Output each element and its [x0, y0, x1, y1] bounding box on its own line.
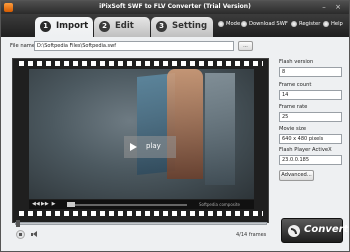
tab-number: 2 — [99, 21, 110, 32]
previous-frame-button[interactable]: ◀◀ — [32, 201, 40, 208]
menu-help-label: Help — [331, 21, 343, 27]
tab-bar: 1 Import 2 Edit 3 Setting Mode Download … — [1, 14, 349, 37]
menu-mode[interactable]: Mode — [218, 21, 240, 27]
preview-image-panel — [167, 69, 203, 179]
playback-slider[interactable] — [15, 220, 267, 227]
tab-label: Setting — [172, 21, 208, 31]
menu-help[interactable]: Help — [323, 21, 343, 27]
menu-register[interactable]: Register — [291, 21, 320, 27]
play-icon — [130, 143, 137, 151]
movie-size-label: Movie size — [279, 126, 307, 132]
play-button[interactable]: play — [124, 136, 176, 158]
tab-setting[interactable]: 3 Setting — [151, 17, 213, 37]
flash-version-field: 8 — [279, 67, 342, 77]
flash-player-label: Flash Player ActiveX — [279, 147, 332, 153]
title-bar: iPixSoft SWF to FLV Converter (Trial Ver… — [1, 1, 349, 14]
file-name-input[interactable] — [34, 41, 234, 51]
volume-icon[interactable] — [30, 231, 38, 238]
menu-mode-label: Mode — [226, 21, 241, 27]
frame-counter: 4/14 frames — [236, 232, 267, 238]
next-frame-button[interactable]: ▶▶ — [41, 201, 49, 208]
menu-download-swf[interactable]: Download SWF — [241, 21, 288, 27]
close-button[interactable]: × — [333, 3, 343, 12]
help-icon — [323, 21, 329, 27]
mode-icon — [218, 21, 224, 27]
frame-count-field: 14 — [279, 90, 342, 100]
minimize-button[interactable]: – — [319, 3, 329, 12]
preview-frame: play — [29, 69, 254, 199]
window-title: iPixSoft SWF to FLV Converter (Trial Ver… — [99, 3, 251, 10]
tab-number: 3 — [156, 21, 167, 32]
menu-register-label: Register — [299, 21, 321, 27]
advanced-button[interactable]: Advanced... — [279, 170, 314, 181]
file-name-label: File name: — [10, 43, 37, 49]
convert-label: Convert — [304, 224, 349, 235]
play-label: play — [146, 142, 161, 150]
convert-icon — [288, 225, 300, 237]
film-sprockets-bottom — [19, 210, 263, 218]
swf-control-strip: ◀◀ ▶▶ ▶ Softpedia composite — [29, 200, 254, 209]
app-window: iPixSoft SWF to FLV Converter (Trial Ver… — [0, 0, 350, 252]
preview-panel: play ◀◀ ▶▶ ▶ Softpedia composite — [12, 58, 269, 223]
frame-rate-label: Frame rate — [279, 104, 308, 110]
swf-play-button[interactable]: ▶ — [50, 201, 57, 208]
film-sprockets-top — [19, 60, 263, 68]
download-icon — [241, 21, 247, 27]
register-icon — [291, 21, 297, 27]
swf-progress-thumb[interactable] — [67, 202, 75, 207]
tab-label: Import — [56, 21, 89, 31]
tab-number: 1 — [40, 21, 51, 32]
tab-edit[interactable]: 2 Edit — [94, 17, 150, 37]
playback-slider-thumb[interactable] — [16, 220, 20, 227]
stop-icon — [19, 233, 22, 236]
preview-watermark: Softpedia composite — [199, 202, 241, 207]
preview-image-panel — [205, 73, 235, 185]
menu-download-label: Download SWF — [249, 21, 288, 27]
tab-label: Edit — [115, 21, 134, 31]
browse-button[interactable]: ... — [238, 41, 253, 51]
flash-version-label: Flash version — [279, 59, 314, 65]
flash-player-field: 23.0.0.185 — [279, 155, 342, 165]
stop-button[interactable] — [16, 230, 25, 239]
frame-count-label: Frame count — [279, 82, 312, 88]
tab-import[interactable]: 1 Import — [35, 17, 93, 37]
frame-rate-field: 25 — [279, 112, 342, 122]
swf-progress-track[interactable] — [67, 202, 187, 207]
convert-button[interactable]: Convert — [281, 218, 348, 243]
movie-size-field: 640 x 480 pixels — [279, 134, 342, 144]
